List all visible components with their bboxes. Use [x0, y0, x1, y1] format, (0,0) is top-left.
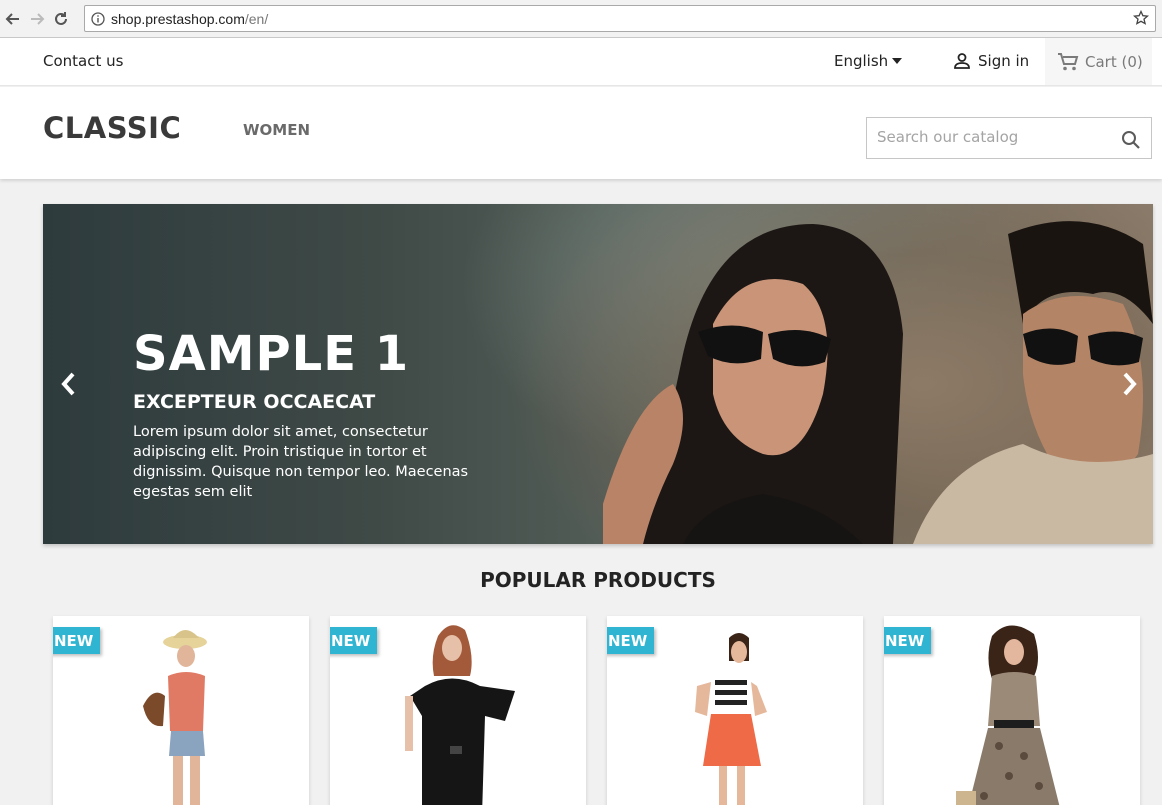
info-icon[interactable]: [91, 11, 105, 26]
cart-label: Cart (0): [1085, 52, 1143, 71]
new-badge: NEW: [53, 627, 101, 654]
url-host: shop.prestashop.com: [111, 10, 245, 27]
address-bar[interactable]: shop.prestashop.com/en/: [84, 5, 1156, 32]
hero-carousel: SAMPLE 1 EXCEPTEUR OCCAECAT Lorem ipsum …: [43, 204, 1153, 544]
slide-title: SAMPLE 1: [133, 326, 410, 382]
carousel-next-icon[interactable]: [1119, 370, 1139, 398]
site-header: CLASSIC WOMEN: [0, 87, 1162, 179]
search-input[interactable]: [877, 128, 1107, 146]
new-badge: NEW: [607, 627, 655, 654]
top-nav: Contact us English Sign in Cart (0): [0, 38, 1162, 86]
site-logo[interactable]: CLASSIC: [43, 111, 181, 145]
menu-item-women[interactable]: WOMEN: [243, 121, 310, 139]
new-badge: NEW: [884, 627, 932, 654]
carousel-prev-icon[interactable]: [59, 370, 79, 398]
caret-down-icon: [892, 58, 903, 64]
product-card[interactable]: NEW: [884, 616, 1140, 805]
sign-in-link[interactable]: Sign in: [952, 51, 1029, 71]
search-box: [866, 117, 1152, 159]
product-card[interactable]: NEW: [53, 616, 309, 805]
new-badge: NEW: [330, 627, 378, 654]
forward-icon[interactable]: [26, 8, 48, 30]
slide-image: [603, 221, 1153, 544]
product-card[interactable]: NEW: [607, 616, 863, 805]
language-label: English: [834, 52, 889, 70]
back-icon[interactable]: [2, 8, 24, 30]
reload-icon[interactable]: [50, 8, 72, 30]
bookmark-star-icon[interactable]: [1133, 10, 1149, 26]
sign-in-label: Sign in: [978, 52, 1030, 70]
user-icon: [954, 53, 970, 69]
browser-toolbar: shop.prestashop.com/en/: [0, 0, 1162, 38]
search-icon[interactable]: [1121, 130, 1141, 150]
url-text: shop.prestashop.com/en/: [111, 11, 268, 27]
url-path: /en/: [244, 10, 269, 27]
contact-us-link[interactable]: Contact us: [43, 52, 123, 70]
language-selector[interactable]: English: [834, 52, 903, 70]
cart-button[interactable]: Cart (0): [1045, 38, 1152, 85]
slide-subtitle: EXCEPTEUR OCCAECAT: [133, 391, 376, 413]
slide-description: Lorem ipsum dolor sit amet, consectetur …: [133, 424, 469, 500]
product-card[interactable]: NEW: [330, 616, 586, 805]
shopping-cart-icon: [1058, 52, 1079, 70]
popular-products-title: POPULAR PRODUCTS: [480, 568, 716, 592]
